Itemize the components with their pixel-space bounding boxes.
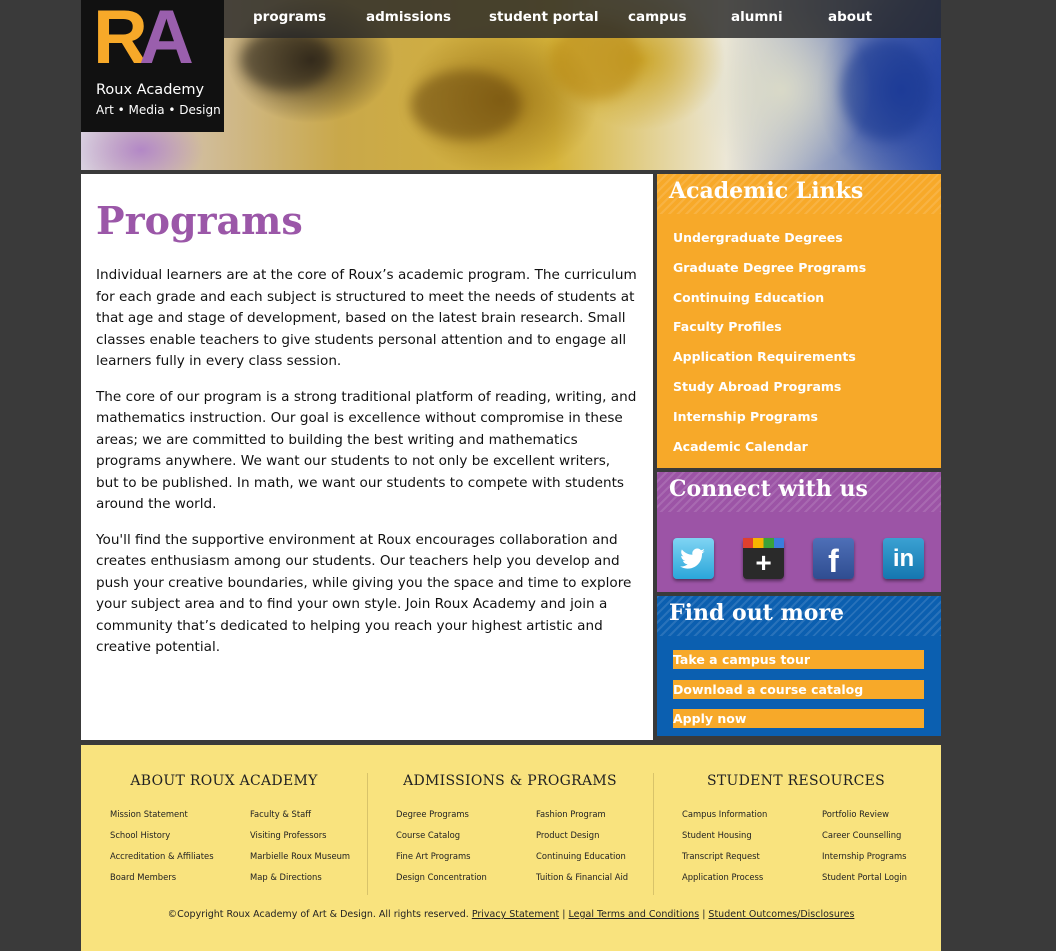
footer-link[interactable]: Tuition & Financial Aid — [536, 872, 666, 885]
page: R A Roux Academy Art • Media • Design pr… — [81, 0, 941, 951]
footer-link[interactable]: Continuing Education — [536, 851, 666, 864]
footer-link[interactable]: Board Members — [110, 872, 250, 885]
link-separator: | — [702, 909, 706, 920]
list-item: Faculty Profiles — [673, 316, 941, 346]
footer-heading: STUDENT RESOURCES — [706, 773, 885, 789]
link-separator: | — [562, 909, 566, 920]
page-title: Programs — [96, 198, 303, 243]
footer-link[interactable]: Degree Programs — [396, 809, 536, 822]
footer-link[interactable]: Course Catalog — [396, 830, 536, 843]
footer-link[interactable]: Product Design — [536, 830, 666, 843]
list-item: Application Requirements — [673, 346, 941, 376]
footer-column-about: ABOUT ROUX ACADEMY Mission Statement Fac… — [81, 773, 367, 885]
footer-link[interactable]: Portfolio Review — [822, 809, 952, 822]
footer-column-student-resources: STUDENT RESOURCES Campus Information Por… — [653, 773, 939, 885]
linkedin-icon[interactable]: in — [883, 538, 924, 579]
footer-link[interactable]: Design Concentration — [396, 872, 536, 885]
list-item: Undergraduate Degrees — [673, 227, 941, 257]
google-plus-glyph: + — [755, 546, 772, 578]
roux-academy-logo[interactable]: R A Roux Academy Art • Media • Design — [81, 0, 224, 132]
link-study-abroad-programs[interactable]: Study Abroad Programs — [673, 379, 841, 394]
header-banner: R A Roux Academy Art • Media • Design pr… — [81, 0, 941, 170]
footer-link[interactable]: Fine Art Programs — [396, 851, 536, 864]
student-outcomes-link[interactable]: Student Outcomes/Disclosures — [708, 909, 854, 920]
main-content: Programs Individual learners are at the … — [81, 174, 653, 740]
list-item: Continuing Education — [673, 287, 941, 317]
footer-link[interactable]: Accreditation & Affiliates — [110, 851, 250, 864]
link-continuing-education[interactable]: Continuing Education — [673, 290, 824, 305]
list-item: Graduate Degree Programs — [673, 257, 941, 287]
footer-link[interactable]: Career Counselling — [822, 830, 952, 843]
nav-admissions[interactable]: admissions — [366, 9, 451, 25]
nav-campus[interactable]: campus — [628, 9, 687, 25]
privacy-statement-link[interactable]: Privacy Statement — [472, 909, 559, 920]
footer-link[interactable]: Faculty & Staff — [250, 809, 380, 822]
list-item: Download a course catalog — [673, 679, 924, 710]
body-paragraph: You'll find the supportive environment a… — [96, 531, 632, 656]
footer-links: Mission Statement Faculty & Staff School… — [81, 809, 367, 885]
link-internship-programs[interactable]: Internship Programs — [673, 409, 818, 424]
link-application-requirements[interactable]: Application Requirements — [673, 349, 856, 364]
footer-link[interactable]: Student Portal Login — [822, 872, 952, 885]
apply-now-button[interactable]: Apply now — [673, 709, 924, 728]
link-undergraduate-degrees[interactable]: Undergraduate Degrees — [673, 230, 843, 245]
list-item: Take a campus tour — [673, 650, 924, 680]
footer-links: Degree Programs Fashion Program Course C… — [367, 809, 653, 885]
footer-column-admissions: ADMISSIONS & PROGRAMS Degree Programs Fa… — [367, 773, 653, 885]
connect-box: Connect with us + f in — [657, 472, 941, 592]
academic-links-box: Academic Links Undergraduate Degrees Gra… — [657, 174, 941, 468]
nav-student-portal[interactable]: student portal — [489, 9, 598, 25]
footer-link[interactable]: Transcript Request — [682, 851, 822, 864]
footer-link[interactable]: Application Process — [682, 872, 822, 885]
legal-terms-link[interactable]: Legal Terms and Conditions — [569, 909, 700, 920]
footer-link[interactable]: Student Housing — [682, 830, 822, 843]
social-icons: + f in — [673, 538, 924, 579]
logo-tagline: Art • Media • Design — [96, 103, 221, 117]
footer-link[interactable]: Campus Information — [682, 809, 822, 822]
connect-title: Connect with us — [657, 472, 941, 512]
list-item: Academic Calendar — [673, 436, 941, 466]
footer-link[interactable]: Map & Directions — [250, 872, 380, 885]
footer-heading: ADMISSIONS & PROGRAMS — [403, 773, 617, 789]
campus-tour-button[interactable]: Take a campus tour — [673, 650, 924, 669]
footer-link[interactable]: Mission Statement — [110, 809, 250, 822]
nav-programs[interactable]: programs — [253, 9, 326, 25]
logo-letter-a: A — [139, 0, 194, 80]
footer: ABOUT ROUX ACADEMY Mission Statement Fac… — [81, 745, 941, 951]
footer-link[interactable]: Marbielle Roux Museum — [250, 851, 380, 864]
academic-links-list: Undergraduate Degrees Graduate Degree Pr… — [657, 214, 941, 465]
google-plus-icon[interactable]: + — [743, 538, 784, 579]
nav-about[interactable]: about — [828, 9, 872, 25]
link-academic-calendar[interactable]: Academic Calendar — [673, 439, 808, 454]
footer-link[interactable]: Fashion Program — [536, 809, 666, 822]
link-faculty-profiles[interactable]: Faculty Profiles — [673, 319, 782, 334]
list-item: Apply now — [673, 709, 924, 739]
link-graduate-degree-programs[interactable]: Graduate Degree Programs — [673, 260, 866, 275]
facebook-glyph: f — [828, 543, 839, 579]
facebook-icon[interactable]: f — [813, 538, 854, 579]
main-nav: programs admissions student portal campu… — [224, 0, 941, 38]
list-item: Study Abroad Programs — [673, 376, 941, 406]
copyright: ©Copyright Roux Academy of Art & Design.… — [81, 909, 941, 920]
list-item: Internship Programs — [673, 406, 941, 436]
body-paragraph: Individual learners are at the core of R… — [96, 267, 637, 369]
academic-links-title: Academic Links — [657, 174, 941, 214]
copyright-text: ©Copyright Roux Academy of Art & Design.… — [167, 909, 469, 920]
find-out-more-box: Find out more Take a campus tour Downloa… — [657, 596, 941, 736]
body-paragraph: The core of our program is a strong trad… — [96, 388, 637, 513]
linkedin-glyph: in — [892, 544, 915, 572]
footer-link[interactable]: Internship Programs — [822, 851, 952, 864]
logo-name: Roux Academy — [96, 82, 205, 98]
logo-letter-r: R — [93, 0, 148, 80]
nav-alumni[interactable]: alumni — [731, 9, 783, 25]
footer-link[interactable]: Visiting Professors — [250, 830, 380, 843]
twitter-icon[interactable] — [673, 538, 714, 579]
footer-heading: ABOUT ROUX ACADEMY — [130, 773, 318, 789]
footer-links: Campus Information Portfolio Review Stud… — [653, 809, 939, 885]
find-out-more-list: Take a campus tour Download a course cat… — [657, 636, 941, 739]
course-catalog-button[interactable]: Download a course catalog — [673, 679, 924, 699]
sidebar: Academic Links Undergraduate Degrees Gra… — [657, 174, 941, 736]
find-out-more-title: Find out more — [657, 596, 941, 636]
footer-link[interactable]: School History — [110, 830, 250, 843]
